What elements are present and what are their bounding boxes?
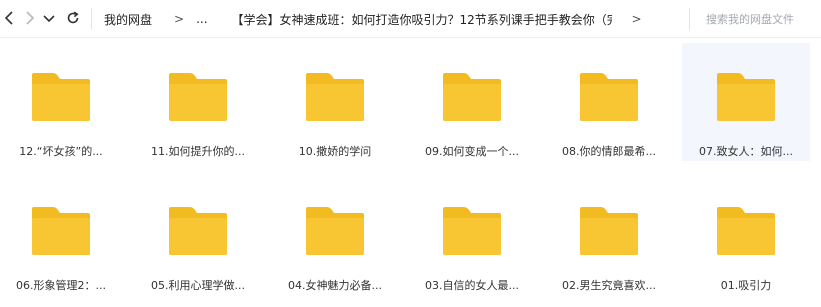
chevron-down-icon — [43, 15, 55, 23]
folder-icon — [442, 205, 502, 257]
folder-item[interactable]: 10.撒娇的学问 — [271, 43, 399, 161]
folder-item[interactable]: 07.致女人：如何... — [682, 43, 810, 161]
folder-icon — [31, 71, 91, 123]
folder-icon — [716, 71, 776, 123]
folder-item[interactable]: 05.利用心理学做... — [134, 177, 262, 295]
folder-icon — [579, 205, 639, 257]
folder-name: 11.如何提升你的... — [151, 145, 245, 158]
folder-item[interactable]: 09.如何变成一个... — [408, 43, 536, 161]
history-dropdown-button[interactable] — [40, 9, 58, 27]
breadcrumb-ellipsis[interactable]: ... — [196, 12, 207, 26]
folder-item[interactable]: 02.男生究竟喜欢... — [545, 177, 673, 295]
folder-item[interactable]: 12.“坏女孩”的... — [0, 43, 125, 161]
forward-button[interactable] — [21, 9, 39, 27]
folder-name: 01.吸引力 — [720, 279, 772, 292]
folder-icon — [716, 205, 776, 257]
folder-name: 12.“坏女孩”的... — [19, 145, 103, 158]
folder-name: 03.自信的女人最... — [425, 279, 519, 292]
folder-icon — [305, 205, 365, 257]
folder-item[interactable]: 11.如何提升你的... — [134, 43, 262, 161]
breadcrumb-current[interactable]: 【学会】女神速成班：如何打造你吸引力？12节系列课手把手教会你（完... — [232, 11, 612, 28]
chevron-right-icon — [26, 11, 35, 25]
folder-name: 08.你的情郎最希... — [562, 145, 656, 158]
folder-item[interactable]: 03.自信的女人最... — [408, 177, 536, 295]
search-input[interactable] — [706, 10, 816, 28]
folder-item[interactable]: 01.吸引力 — [682, 177, 810, 295]
folder-icon — [168, 205, 228, 257]
folder-name: 06.形象管理2：... — [16, 279, 106, 292]
refresh-icon — [67, 11, 79, 24]
folder-name: 09.如何变成一个... — [425, 145, 519, 158]
folder-item[interactable]: 06.形象管理2：... — [0, 177, 125, 295]
folder-name: 02.男生究竟喜欢... — [562, 279, 656, 292]
folder-icon — [31, 205, 91, 257]
breadcrumb-trailing-separator[interactable]: > — [632, 12, 642, 26]
chevron-left-icon — [4, 11, 13, 25]
folder-name: 07.致女人：如何... — [699, 145, 793, 158]
breadcrumb: 我的网盘 > ... 【学会】女神速成班：如何打造你吸引力？12节系列课手把手教… — [104, 10, 642, 28]
folder-name: 10.撒娇的学问 — [298, 145, 372, 158]
folder-name: 04.女神魅力必备... — [288, 279, 382, 292]
toolbar-divider — [91, 8, 92, 30]
folder-icon — [168, 71, 228, 123]
folder-icon — [579, 71, 639, 123]
breadcrumb-root[interactable]: 我的网盘 — [104, 11, 152, 28]
folder-item[interactable]: 04.女神魅力必备... — [271, 177, 399, 295]
folder-icon — [305, 71, 365, 123]
folder-name: 05.利用心理学做... — [151, 279, 245, 292]
search-divider — [689, 8, 690, 30]
folder-item[interactable]: 08.你的情郎最希... — [545, 43, 673, 161]
back-button[interactable] — [0, 9, 18, 27]
toolbar: 我的网盘 > ... 【学会】女神速成班：如何打造你吸引力？12节系列课手把手教… — [0, 0, 821, 38]
refresh-button[interactable] — [64, 9, 82, 27]
folder-icon — [442, 71, 502, 123]
breadcrumb-separator: > — [174, 12, 185, 26]
